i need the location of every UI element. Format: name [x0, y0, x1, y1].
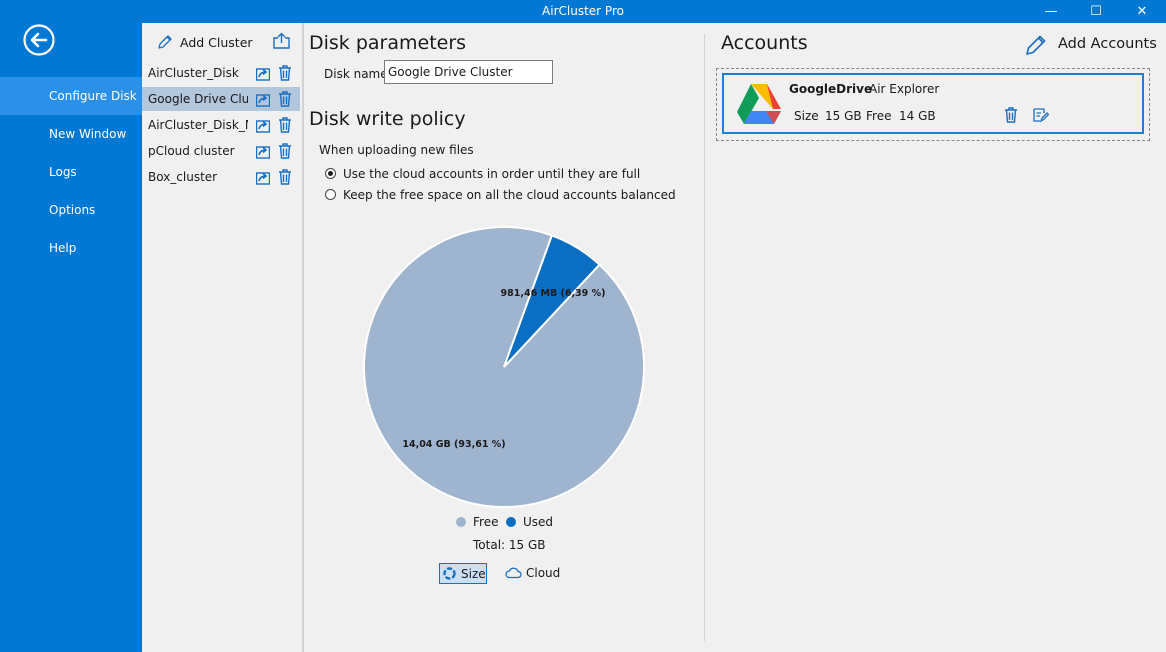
back-button[interactable]: [23, 24, 55, 56]
policy-order-label[interactable]: Use the cloud accounts in order until th…: [343, 167, 640, 181]
open-folder-icon[interactable]: [256, 144, 270, 160]
account-app: Air Explorer: [869, 82, 940, 96]
cluster-item[interactable]: pCloud cluster: [142, 139, 300, 163]
pie-label-used: 981,46 MB (6,39 %): [501, 288, 606, 299]
cloud-view-label: Cloud: [526, 566, 561, 580]
ring-chart-icon: [443, 567, 456, 580]
disk-parameters-heading: Disk parameters: [309, 32, 467, 54]
pencil-icon: [158, 35, 172, 49]
google-drive-icon: [737, 84, 781, 124]
section-divider: [704, 34, 705, 641]
account-free-label: Free: [866, 109, 892, 123]
account-size-value: 15 GB: [825, 109, 862, 123]
cluster-item[interactable]: AirCluster_Disk_Mirror: [142, 113, 300, 137]
legend-label-free: Free: [473, 515, 499, 529]
open-folder-icon[interactable]: [256, 92, 270, 108]
policy-balanced-label[interactable]: Keep the free space on all the cloud acc…: [343, 188, 676, 202]
window-title: AirCluster Pro: [542, 4, 624, 18]
open-folder-icon[interactable]: [256, 66, 270, 82]
policy-balanced-radio[interactable]: [325, 189, 336, 200]
trash-icon[interactable]: [278, 143, 292, 159]
disk-name-label: Disk name: [324, 67, 388, 81]
trash-icon[interactable]: [278, 91, 292, 107]
account-size-label: Size: [794, 109, 819, 123]
edit-details-icon[interactable]: [1033, 107, 1049, 123]
add-cluster-button[interactable]: Add Cluster: [157, 32, 257, 52]
account-card[interactable]: GoogleDrive Air Explorer Size 15 GB Free…: [722, 73, 1144, 134]
total-size-label: Total: 15 GB: [473, 538, 546, 552]
cloud-icon: [505, 567, 522, 579]
policy-order-radio[interactable]: [325, 168, 336, 179]
cluster-name: Box_cluster: [148, 170, 218, 184]
trash-icon[interactable]: [278, 117, 292, 133]
title-bar: AirCluster Pro — ☐ ✕: [0, 0, 1166, 23]
cluster-name: AirCluster_Disk: [148, 66, 239, 80]
trash-icon[interactable]: [278, 169, 292, 185]
account-free-value: 14 GB: [899, 109, 936, 123]
accounts-heading: Accounts: [721, 32, 808, 54]
cluster-item[interactable]: Box_cluster: [142, 165, 300, 189]
write-policy-subheading: When uploading new files: [319, 143, 474, 157]
cluster-item[interactable]: Google Drive Cluster: [142, 87, 300, 111]
disk-name-field[interactable]: [384, 60, 553, 84]
maximize-button[interactable]: ☐: [1073, 0, 1119, 23]
legend-swatch-used: [506, 517, 516, 527]
add-cluster-label: Add Cluster: [180, 35, 253, 50]
sidebar-item-new-window[interactable]: New Window: [0, 115, 142, 153]
minimize-button[interactable]: —: [1028, 0, 1074, 23]
add-accounts-label: Add Accounts: [1058, 36, 1157, 52]
export-icon[interactable]: [272, 32, 291, 50]
legend-label-used: Used: [523, 515, 554, 529]
cluster-name: AirCluster_Disk_Mirror: [148, 118, 248, 132]
pencil-icon: [1026, 35, 1046, 55]
sidebar-item-options[interactable]: Options: [0, 191, 142, 229]
cloud-view-button[interactable]: Cloud: [505, 563, 565, 584]
sidebar-item-help[interactable]: Help: [0, 229, 142, 267]
open-folder-icon[interactable]: [256, 170, 270, 186]
account-name: GoogleDrive: [789, 82, 873, 96]
add-accounts-button[interactable]: Add Accounts: [1025, 33, 1157, 57]
pie-label-free: 14,04 GB (93,61 %): [402, 439, 505, 450]
size-view-label: Size: [461, 567, 486, 581]
trash-icon[interactable]: [1004, 107, 1018, 123]
sidebar-item-logs[interactable]: Logs: [0, 153, 142, 191]
write-policy-heading: Disk write policy: [309, 108, 466, 130]
cluster-item[interactable]: AirCluster_Disk: [142, 61, 300, 85]
cluster-name: pCloud cluster: [148, 144, 235, 158]
legend-swatch-free: [456, 517, 466, 527]
cluster-name: Google Drive Cluster: [148, 92, 248, 106]
trash-icon[interactable]: [278, 65, 292, 81]
size-view-button[interactable]: Size: [439, 563, 487, 584]
sidebar-item-configure-disk[interactable]: Configure Disk: [0, 77, 142, 115]
usage-pie-chart: 981,46 MB (6,39 %) 14,04 GB (93,61 %): [363, 225, 645, 508]
close-button[interactable]: ✕: [1119, 0, 1165, 23]
back-arrow-icon: [23, 24, 55, 56]
open-folder-icon[interactable]: [256, 118, 270, 134]
